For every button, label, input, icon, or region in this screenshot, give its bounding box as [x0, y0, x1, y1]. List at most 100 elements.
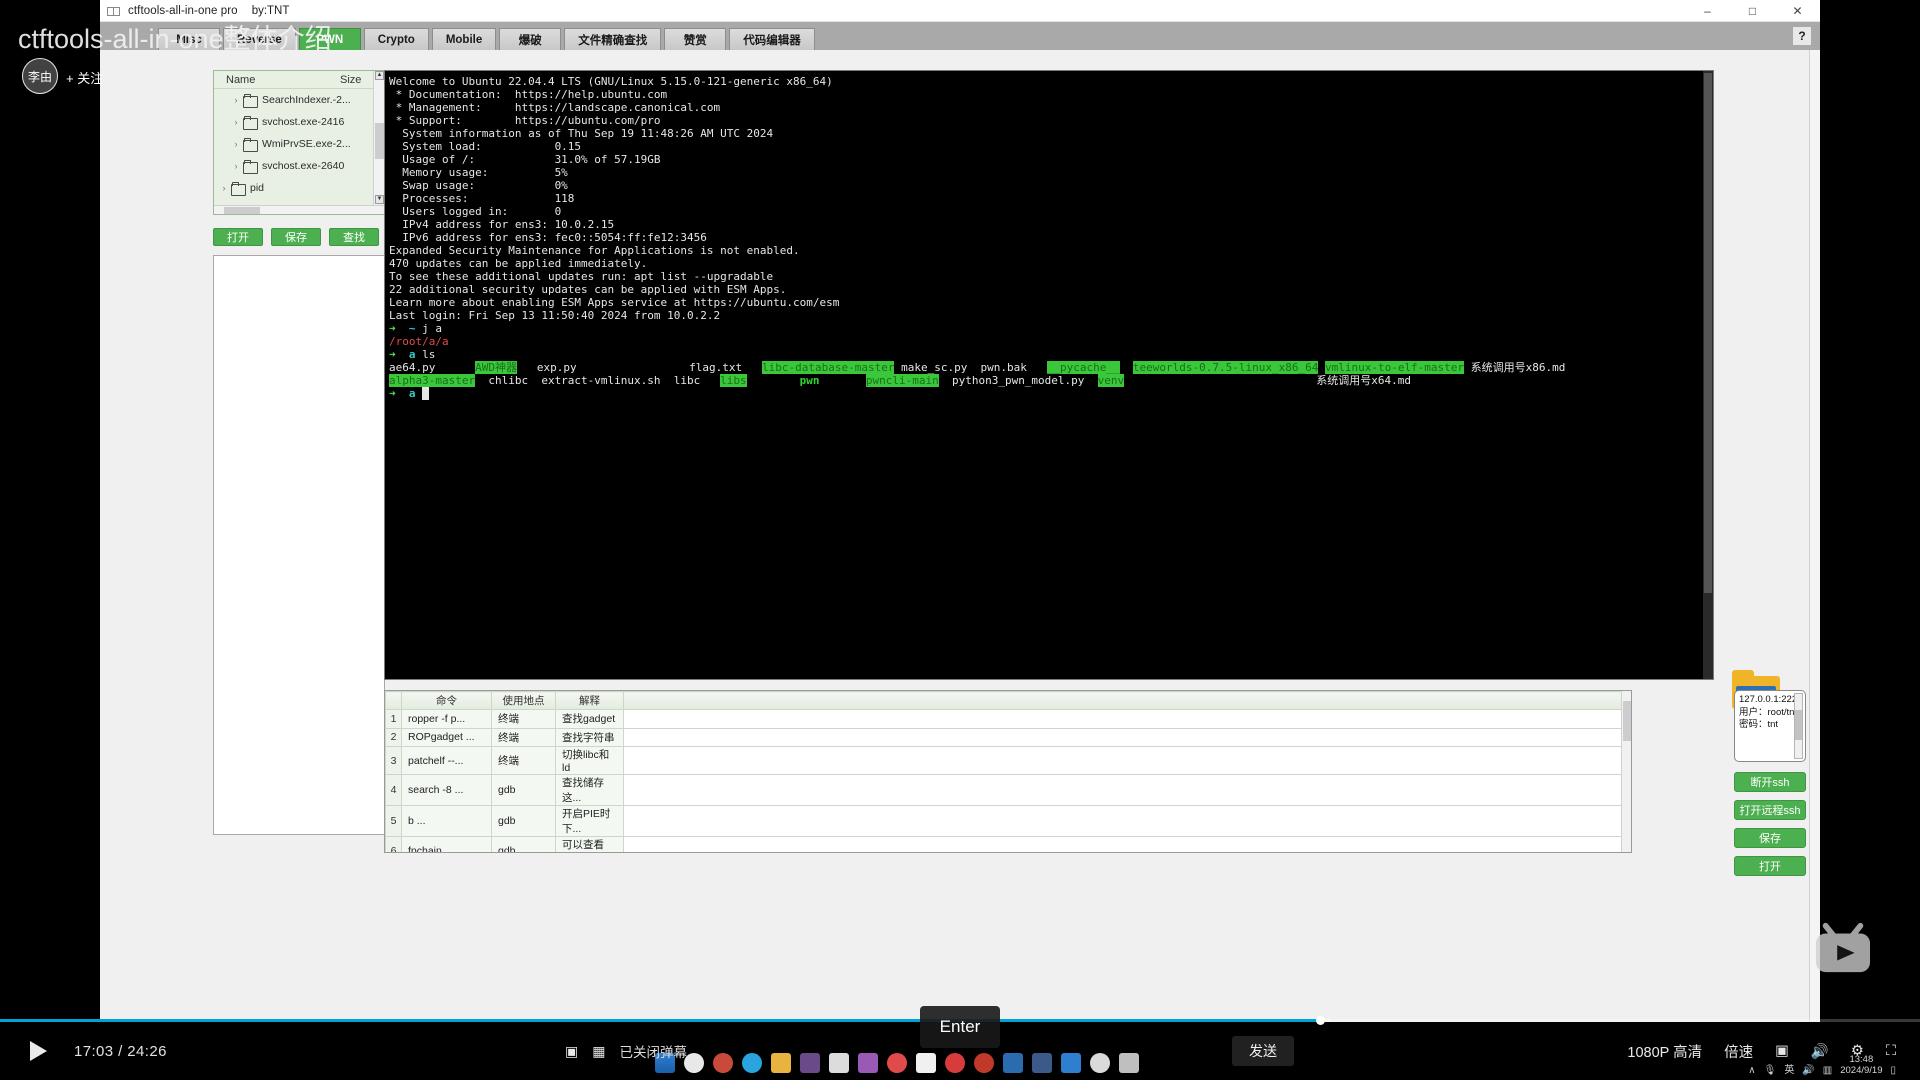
chevron-right-icon[interactable]: ›: [218, 183, 230, 193]
danmaku-settings-icon[interactable]: ▦: [592, 1043, 605, 1060]
ssh-host-line: 127.0.0.1:2222: [1739, 694, 1801, 707]
send-danmaku-button[interactable]: 发送: [1232, 1036, 1294, 1066]
folder-icon: [243, 95, 258, 106]
terminal-text: Memory usage: 5%: [389, 166, 568, 179]
play-pause-button[interactable]: [24, 1037, 52, 1065]
main-tabstrip: MiscReversePWNCryptoMobile爆破文件精确查找赞赏代码编辑…: [100, 22, 1820, 50]
terminal-text: [422, 387, 429, 400]
table-row[interactable]: 2ROPgadget ...终端查找字符串: [386, 728, 1631, 747]
letterbox-right: [1820, 0, 1920, 1022]
terminal-text: System load: 0.15: [389, 140, 581, 153]
ssh-info-box[interactable]: 127.0.0.1:2222 用户：root/tnt 密码：tnt: [1734, 690, 1806, 762]
scrollbar-thumb-h[interactable]: [224, 207, 260, 214]
tab-爆破[interactable]: 爆破: [499, 28, 561, 50]
cell-desc: 查找gadget: [556, 710, 624, 729]
tree-row[interactable]: ›SearchIndexer.-2...: [214, 89, 384, 111]
window-titlebar: ctftools-all-in-one pro by:TNT – □ ✕: [100, 0, 1820, 22]
window-controls: – □ ✕: [1685, 0, 1820, 22]
terminal-output[interactable]: Welcome to Ubuntu 22.04.4 LTS (GNU/Linux…: [389, 75, 1701, 675]
window-subtitle: by:TNT: [252, 5, 290, 17]
chevron-right-icon[interactable]: ›: [230, 117, 242, 127]
table-row[interactable]: 4search -8 ...gdb查找储存这...: [386, 775, 1631, 806]
file-tree-panel[interactable]: Name Size ›SearchIndexer.-2...›svchost.e…: [213, 70, 385, 215]
cell-i: 5: [386, 806, 402, 837]
cell-loc: 终端: [492, 710, 556, 729]
scroll-up-icon[interactable]: ▲: [375, 71, 384, 80]
cell-i: 3: [386, 747, 402, 775]
cell-cmd: fpchain: [402, 837, 492, 854]
bilibili-logo-icon: [1812, 920, 1874, 976]
ssh-button-3[interactable]: 打开: [1734, 856, 1806, 876]
quality-selector[interactable]: 1080P 高清: [1627, 1041, 1702, 1062]
tab-Mobile[interactable]: Mobile: [432, 28, 496, 50]
table-row[interactable]: 3patchelf --...终端切换libc和ld: [386, 747, 1631, 775]
time-separator: /: [118, 1043, 123, 1060]
ssh-button-1[interactable]: 打开远程ssh: [1734, 800, 1806, 820]
ssh-info-scrollbar[interactable]: [1794, 693, 1803, 759]
scrollbar-thumb[interactable]: [375, 123, 384, 159]
col-name: Name: [214, 74, 340, 86]
terminal-text: libc-database-master: [762, 361, 894, 374]
terminal-text: ➜: [389, 387, 402, 400]
terminal-panel[interactable]: Welcome to Ubuntu 22.04.4 LTS (GNU/Linux…: [384, 70, 1714, 680]
terminal-text: Processes: 118: [389, 192, 574, 205]
tree-button-1[interactable]: 保存: [271, 228, 321, 246]
table-row[interactable]: 5b ...gdb开启PIE时下...: [386, 806, 1631, 837]
tab-Crypto[interactable]: Crypto: [364, 28, 429, 50]
file-tree-vscrollbar[interactable]: ▲ ▼: [373, 71, 384, 214]
th-index: [386, 692, 402, 710]
table-row[interactable]: 1ropper -f p...终端查找gadget: [386, 710, 1631, 729]
maximize-button[interactable]: □: [1730, 0, 1775, 22]
settings-gear-icon[interactable]: ⚙: [1851, 1043, 1864, 1059]
danmaku-toggle-icon[interactable]: ▣: [565, 1043, 578, 1060]
fullscreen-icon[interactable]: ⛶: [1886, 1043, 1896, 1059]
tree-row[interactable]: ›WmiPrvSE.exe-2...: [214, 133, 384, 155]
tab-代码编辑器[interactable]: 代码编辑器: [729, 28, 815, 50]
terminal-text: Learn more about enabling ESM Apps servi…: [389, 296, 839, 309]
danmaku-status[interactable]: 已关闭弹幕: [619, 1041, 687, 1061]
app-window: ctftools-all-in-one pro by:TNT – □ ✕ Mis…: [100, 0, 1820, 1022]
tab-赞赏[interactable]: 赞赏: [664, 28, 726, 50]
terminal-text: To see these additional updates run: apt…: [389, 270, 773, 283]
th-location: 使用地点: [492, 692, 556, 710]
help-button[interactable]: ?: [1792, 26, 1812, 46]
terminal-text: __pycache__: [1047, 361, 1120, 374]
file-tree-header: Name Size: [214, 71, 384, 89]
video-timecode: 17:03 / 24:26: [74, 1043, 167, 1060]
minimize-button[interactable]: –: [1685, 0, 1730, 22]
speed-selector[interactable]: 倍速: [1724, 1041, 1753, 1062]
terminal-line: 470 updates can be applied immediately.: [389, 257, 1701, 270]
table-row[interactable]: 6fpchaingdb可以查看IO...: [386, 837, 1631, 854]
follow-button[interactable]: + 关注: [66, 68, 103, 87]
tree-button-0[interactable]: 打开: [213, 228, 263, 246]
terminal-vscrollbar[interactable]: [1703, 71, 1713, 679]
terminal-line: IPv6 address for ens3: fec0::5054:ff:fe1…: [389, 231, 1701, 244]
command-table-panel[interactable]: 命令 使用地点 解释 1ropper -f p...终端查找gadget2ROP…: [384, 690, 1632, 853]
tab-文件精确查找[interactable]: 文件精确查找: [564, 28, 661, 50]
tree-row[interactable]: ›svchost.exe-2416: [214, 111, 384, 133]
window-vscrollbar[interactable]: [1809, 50, 1820, 1022]
ssh-button-0[interactable]: 断开ssh: [1734, 772, 1806, 792]
scroll-down-icon[interactable]: ▼: [375, 195, 384, 204]
subtitle-icon[interactable]: ▣: [1775, 1043, 1789, 1059]
scrollbar-thumb[interactable]: [1704, 73, 1712, 593]
avatar[interactable]: 李由: [22, 58, 58, 94]
chevron-right-icon[interactable]: ›: [230, 95, 242, 105]
tree-row[interactable]: ›svchost.exe-2640: [214, 155, 384, 177]
folder-icon: [243, 161, 258, 172]
cell-rest: [624, 837, 1631, 854]
chevron-right-icon[interactable]: ›: [230, 161, 242, 171]
command-table-vscrollbar[interactable]: [1621, 691, 1631, 852]
ssh-button-2[interactable]: 保存: [1734, 828, 1806, 848]
left-output-pane[interactable]: [213, 255, 385, 835]
terminal-line: IPv4 address for ens3: 10.0.2.15: [389, 218, 1701, 231]
file-tree-hscrollbar[interactable]: [214, 205, 384, 214]
close-button[interactable]: ✕: [1775, 0, 1820, 22]
tree-row[interactable]: ›pid: [214, 177, 384, 199]
scrollbar-thumb[interactable]: [1623, 701, 1631, 741]
volume-icon[interactable]: 🔊: [1811, 1043, 1829, 1060]
chevron-right-icon[interactable]: ›: [230, 139, 242, 149]
tree-button-2[interactable]: 查找: [329, 228, 379, 246]
terminal-line: ➜ ~ j a: [389, 322, 1701, 335]
terminal-line: alpha3-master chlibc extract-vmlinux.sh …: [389, 374, 1701, 387]
